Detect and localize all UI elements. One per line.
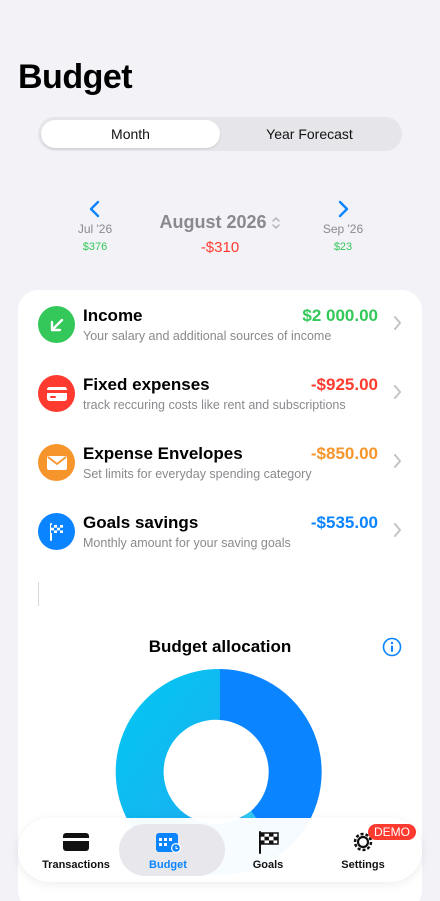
divider [38, 582, 39, 606]
row-fixed-expenses[interactable]: Fixed expenses track reccuring costs lik… [18, 359, 422, 425]
chevron-right-icon [394, 316, 401, 330]
next-month-label: Sep '26 [322, 222, 364, 236]
allocation-title: Budget allocation [148, 637, 292, 656]
tab-label: Budget [149, 859, 187, 871]
arrow-down-left-icon [38, 306, 75, 343]
row-amount: $2 000.00 [302, 306, 378, 325]
current-month-balance: -$310 [200, 239, 240, 256]
chevron-right-icon[interactable] [336, 200, 350, 218]
next-month-amount: $23 [333, 241, 353, 253]
current-month[interactable]: August 2026 -$310 [120, 212, 320, 256]
segment-month[interactable]: Month [41, 120, 220, 148]
row-title: Goals savings [83, 513, 199, 532]
row-subtitle: track reccuring costs like rent and subs… [83, 398, 346, 412]
tab-label: Goals [252, 859, 284, 871]
period-segmented-control: Month Year Forecast [38, 117, 402, 151]
tab-transactions[interactable]: Transactions [26, 818, 126, 882]
checkered-flag-icon [259, 831, 279, 854]
envelope-icon [38, 444, 75, 481]
row-subtitle: Set limits for everyday spending categor… [83, 467, 312, 481]
budget-card: Income Your salary and additional source… [18, 290, 422, 901]
row-income[interactable]: Income Your salary and additional source… [18, 290, 422, 356]
flag-icon [38, 513, 75, 550]
tab-goals[interactable]: Goals [218, 818, 318, 882]
segment-year-forecast[interactable]: Year Forecast [220, 120, 399, 148]
row-title: Expense Envelopes [83, 444, 243, 463]
row-title: Income [83, 306, 143, 325]
month-navigator: Jul '26 $376 August 2026 -$310 Sep '26 $… [0, 200, 440, 270]
info-icon[interactable] [382, 637, 402, 657]
page-title: Budget [18, 58, 133, 96]
sort-chevrons-icon [271, 216, 280, 229]
credit-card-icon [38, 375, 75, 412]
row-subtitle: Your salary and additional sources of in… [83, 329, 332, 343]
tab-bar: Transactions Budget Goals Settings DEMO [18, 818, 422, 882]
chevron-right-icon [394, 523, 401, 537]
tab-budget[interactable]: Budget [118, 818, 225, 882]
next-month[interactable]: Sep '26 $23 [298, 200, 388, 253]
tab-label: Transactions [42, 859, 110, 871]
chevron-right-icon [394, 385, 401, 399]
current-month-label[interactable]: August 2026 [159, 212, 266, 233]
row-amount: -$535.00 [310, 513, 378, 532]
row-amount: -$925.00 [310, 375, 378, 394]
calendar-icon [156, 833, 181, 853]
row-expense-envelopes[interactable]: Expense Envelopes Set limits for everyda… [18, 428, 422, 494]
row-goals-savings[interactable]: Goals savings Monthly amount for your sa… [18, 497, 422, 563]
tab-label: Settings [341, 859, 385, 871]
chevron-left-icon[interactable] [88, 200, 102, 218]
row-title: Fixed expenses [83, 375, 210, 394]
demo-badge: DEMO [368, 824, 416, 840]
wallet-icon [63, 833, 89, 851]
row-amount: -$850.00 [310, 444, 378, 463]
row-subtitle: Monthly amount for your saving goals [83, 536, 291, 550]
chevron-right-icon [394, 454, 401, 468]
